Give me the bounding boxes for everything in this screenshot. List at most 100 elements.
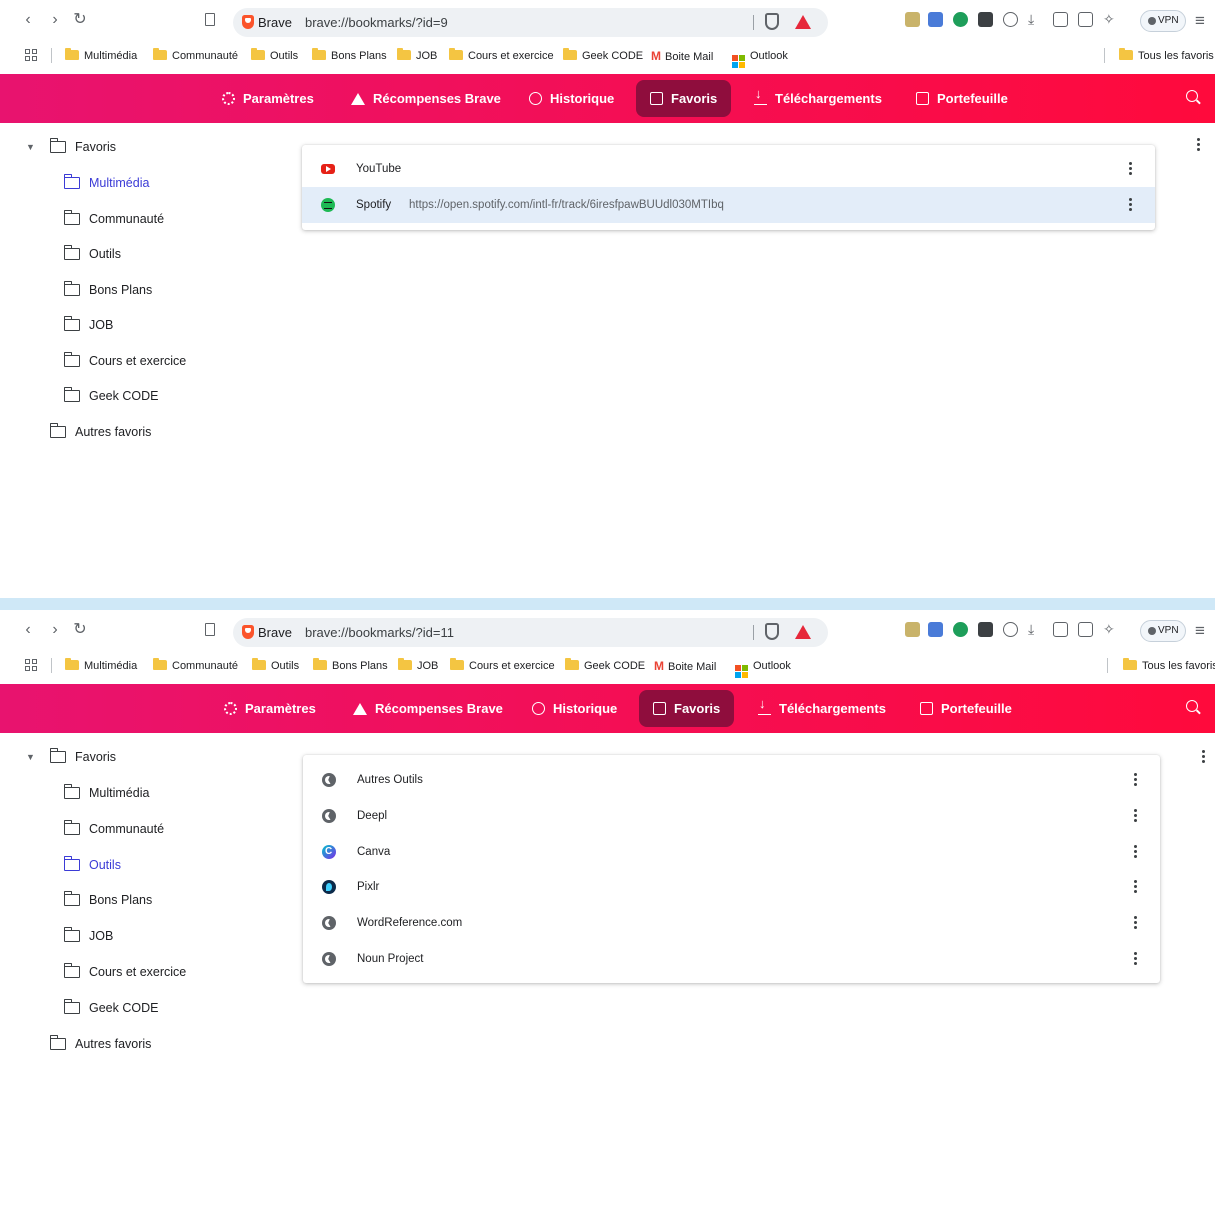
brave-shields-icon[interactable] (765, 623, 779, 640)
row-menu-icon[interactable] (1133, 880, 1137, 894)
brave-rewards-icon[interactable] (795, 15, 811, 29)
bookmark-row[interactable]: YouTube (302, 151, 1155, 187)
tree-item-other[interactable]: Autres favoris (49, 1034, 151, 1054)
tree-item-folder[interactable]: Cours et exercice (63, 351, 186, 371)
leo-ai-icon[interactable]: ✧ (1103, 12, 1118, 27)
tree-item-folder[interactable]: Outils (63, 244, 121, 264)
bookmark-page-icon[interactable] (205, 13, 215, 26)
wallet-icon[interactable] (1078, 12, 1093, 27)
tab-history[interactable]: Historique (515, 80, 628, 117)
tree-item-folder[interactable]: Geek CODE (63, 998, 158, 1018)
tab-bookmarks[interactable]: Favoris (636, 80, 732, 117)
bookmark-bar-folder[interactable]: Multimédia (65, 48, 137, 64)
bookmark-bar-folder[interactable]: Geek CODE (565, 658, 645, 674)
row-menu-icon[interactable] (1133, 952, 1137, 966)
bookmark-bar-link[interactable]: M Boite Mail (654, 658, 716, 674)
back-icon[interactable]: ‹ (18, 620, 38, 640)
vpn-button[interactable]: VPN (1140, 620, 1186, 642)
menu-icon[interactable]: ≡ (1195, 621, 1205, 641)
bookmark-row[interactable]: Autres Outils (303, 762, 1160, 798)
translate-extension-icon[interactable] (928, 622, 943, 637)
search-icon[interactable] (1186, 700, 1198, 712)
address-bar-url[interactable]: brave://bookmarks/?id=9 (305, 15, 448, 30)
row-menu-icon[interactable] (1128, 162, 1132, 176)
bookmark-bar-folder[interactable]: JOB (397, 48, 437, 64)
extension-icon[interactable] (953, 12, 968, 27)
reload-icon[interactable]: ↻ (70, 620, 90, 640)
brave-rewards-icon[interactable] (795, 625, 811, 639)
brave-shields-icon[interactable] (765, 13, 779, 30)
address-bar-url[interactable]: brave://bookmarks/?id=11 (305, 625, 454, 640)
more-options-icon[interactable] (1196, 138, 1200, 152)
translate-extension-icon[interactable] (928, 12, 943, 27)
tab-bookmarks[interactable]: Favoris (639, 690, 735, 727)
row-menu-icon[interactable] (1128, 198, 1132, 212)
tree-item-folder[interactable]: Geek CODE (63, 386, 158, 406)
bookmark-bar-folder[interactable]: Bons Plans (313, 658, 388, 674)
menu-icon[interactable]: ≡ (1195, 11, 1205, 31)
tree-item-other[interactable]: Autres favoris (49, 422, 151, 442)
reload-icon[interactable]: ↻ (70, 10, 90, 30)
tab-downloads[interactable]: Téléchargements (740, 80, 896, 117)
tree-item-folder[interactable]: Communauté (63, 819, 164, 839)
bookmark-bar-folder[interactable]: Bons Plans (312, 48, 387, 64)
bookmark-bar-link[interactable]: M Boite Mail (651, 48, 713, 64)
more-options-icon[interactable] (1201, 750, 1205, 764)
bookmark-row[interactable]: Noun Project (303, 941, 1160, 977)
extensions-puzzle-icon[interactable] (1003, 622, 1018, 637)
tree-item-folder[interactable]: JOB (63, 315, 113, 335)
wallet-icon[interactable] (1078, 622, 1093, 637)
caret-down-icon[interactable]: ▼ (26, 747, 35, 767)
bookmark-row[interactable]: Spotify https://open.spotify.com/intl-fr… (302, 187, 1155, 223)
bookmark-bar-folder[interactable]: Cours et exercice (450, 658, 555, 674)
tree-item-folder[interactable]: Bons Plans (63, 890, 152, 910)
sidebar-toggle-icon[interactable] (1053, 12, 1068, 27)
row-menu-icon[interactable] (1133, 773, 1137, 787)
bookmark-page-icon[interactable] (205, 623, 215, 636)
bookmark-row[interactable]: WordReference.com (303, 905, 1160, 941)
apps-icon[interactable] (25, 659, 37, 671)
row-menu-icon[interactable] (1133, 809, 1137, 823)
vpn-button[interactable]: VPN (1140, 10, 1186, 32)
tree-item-folder[interactable]: Multimédia (63, 783, 149, 803)
bookmark-bar-folder[interactable]: JOB (398, 658, 438, 674)
leo-ai-icon[interactable]: ✧ (1103, 622, 1118, 637)
tab-settings[interactable]: Paramètres (208, 80, 328, 117)
forward-icon[interactable]: › (45, 10, 65, 30)
all-bookmarks-button[interactable]: Tous les favoris (1119, 48, 1214, 64)
bookmark-bar-folder[interactable]: Outils (252, 658, 299, 674)
search-icon[interactable] (1186, 90, 1198, 102)
extension-icon[interactable] (953, 622, 968, 637)
address-bar[interactable]: Brave brave://bookmarks/?id=11 (233, 618, 828, 647)
tab-history[interactable]: Historique (518, 690, 631, 727)
apps-icon[interactable] (25, 49, 37, 61)
tree-item-folder[interactable]: Communauté (63, 209, 164, 229)
bookmark-bar-link[interactable]: Outlook (735, 658, 791, 678)
tree-item-folder[interactable]: JOB (63, 926, 113, 946)
tab-wallet[interactable]: Portefeuille (902, 80, 1022, 117)
address-bar[interactable]: Brave brave://bookmarks/?id=9 (233, 8, 828, 37)
back-icon[interactable]: ‹ (18, 10, 38, 30)
bookmark-bar-folder[interactable]: Cours et exercice (449, 48, 554, 64)
tree-item-folder[interactable]: Cours et exercice (63, 962, 186, 982)
extension-icon[interactable] (978, 12, 993, 27)
bookmark-bar-folder[interactable]: Communauté (153, 658, 238, 674)
sidebar-toggle-icon[interactable] (1053, 622, 1068, 637)
forward-icon[interactable]: › (45, 620, 65, 640)
bookmark-row[interactable]: Deepl (303, 798, 1160, 834)
tab-rewards[interactable]: Récompenses Brave (339, 690, 517, 727)
extension-icon[interactable] (905, 622, 920, 637)
tab-downloads[interactable]: Téléchargements (744, 690, 900, 727)
row-menu-icon[interactable] (1133, 845, 1137, 859)
caret-down-icon[interactable]: ▼ (26, 137, 35, 157)
bookmark-bar-folder[interactable]: Communauté (153, 48, 238, 64)
extension-icon[interactable] (905, 12, 920, 27)
tab-settings[interactable]: Paramètres (210, 690, 330, 727)
all-bookmarks-button[interactable]: Tous les favoris (1123, 658, 1215, 674)
tab-wallet[interactable]: Portefeuille (906, 690, 1026, 727)
bookmark-bar-link[interactable]: Outlook (732, 48, 788, 68)
bookmark-bar-folder[interactable]: Multimédia (65, 658, 137, 674)
tree-item-folder[interactable]: Bons Plans (63, 280, 152, 300)
tree-item-folder[interactable]: Outils (63, 855, 121, 875)
extension-icon[interactable] (978, 622, 993, 637)
